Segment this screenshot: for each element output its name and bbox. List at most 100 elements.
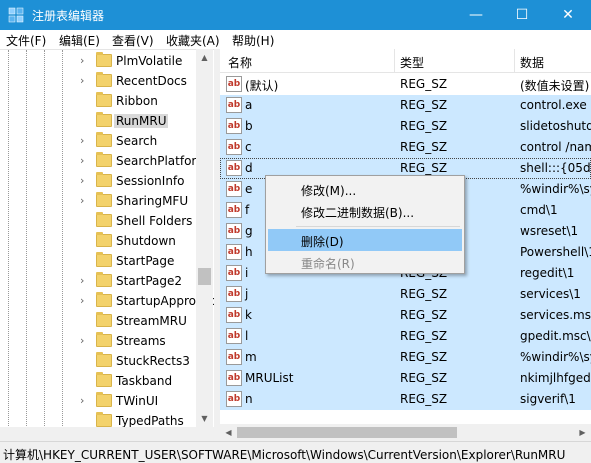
- column-header-data[interactable]: 数据: [520, 54, 544, 71]
- window-title: 注册表编辑器: [32, 9, 105, 23]
- menu-file[interactable]: 文件(F): [6, 32, 46, 49]
- folder-icon: [96, 392, 112, 407]
- chevron-right-icon[interactable]: ›: [80, 134, 90, 148]
- tree-item[interactable]: TypedPaths: [0, 411, 196, 427]
- maximize-icon: ☐: [515, 7, 529, 23]
- maximize-button[interactable]: ☐: [499, 0, 545, 30]
- tree-item[interactable]: RunMRU: [0, 111, 196, 131]
- chevron-right-icon[interactable]: ›: [80, 194, 90, 208]
- scroll-thumb[interactable]: [198, 268, 211, 285]
- cell-type: REG_SZ: [400, 308, 448, 322]
- folder-icon: [96, 272, 112, 287]
- cell-name: a: [245, 98, 253, 112]
- column-divider[interactable]: [514, 49, 515, 73]
- folder-icon: [96, 292, 112, 307]
- tree-item[interactable]: › StartPage2: [0, 271, 196, 291]
- string-value-icon: ab: [226, 307, 242, 323]
- tree-item-label: StreamMRU: [116, 314, 187, 328]
- scroll-down-arrow-icon[interactable]: ▼: [196, 410, 213, 427]
- tree-vertical-scrollbar[interactable]: ▲ ▼: [196, 49, 213, 427]
- folder-icon: [96, 152, 112, 167]
- context-menu-label: 修改(M)...: [301, 184, 357, 198]
- column-header-name[interactable]: 名称: [228, 54, 252, 71]
- menu-edit[interactable]: 编辑(E): [59, 32, 100, 49]
- close-button[interactable]: ✕: [545, 0, 591, 30]
- cell-name: m: [245, 350, 257, 364]
- tree-item[interactable]: StartPage: [0, 251, 196, 271]
- folder-icon: [96, 92, 112, 107]
- tree-horizontal-scrollbar[interactable]: [0, 427, 214, 441]
- tree-item[interactable]: StreamMRU: [0, 311, 196, 331]
- table-row[interactable]: abb REG_SZ slidetoshutdown\1: [220, 116, 591, 137]
- chevron-right-icon[interactable]: ›: [80, 74, 90, 88]
- cell-data: (数值未设置): [520, 79, 590, 93]
- cell-data: wsreset\1: [520, 224, 579, 238]
- cell-data: sigverif\1: [520, 392, 576, 406]
- tree-item[interactable]: › Streams: [0, 331, 196, 351]
- tree-item-label: StuckRects3: [116, 354, 190, 368]
- string-value-icon: ab: [226, 265, 242, 281]
- tree-item[interactable]: StuckRects3: [0, 351, 196, 371]
- tree-item[interactable]: Taskband: [0, 371, 196, 391]
- tree-item[interactable]: Shell Folders: [0, 211, 196, 231]
- cell-data: services.msc\1: [520, 308, 591, 322]
- context-menu-delete[interactable]: 删除(D): [268, 229, 462, 251]
- string-value-icon: ab: [226, 76, 242, 92]
- table-row[interactable]: abc REG_SZ control /name Microsoft.Trouble…: [220, 137, 591, 158]
- chevron-right-icon[interactable]: ›: [80, 394, 90, 408]
- column-divider[interactable]: [394, 49, 395, 73]
- table-row[interactable]: abm REG_SZ %windir%\system32\SnippingTool.…: [220, 347, 591, 368]
- tree-item[interactable]: › SessionInfo: [0, 171, 196, 191]
- tree-item[interactable]: Ribbon: [0, 91, 196, 111]
- string-value-icon: ab: [226, 181, 242, 197]
- registry-tree[interactable]: › PlmVolatile › RecentDocs Ribbon RunMRU › Sear…: [0, 49, 214, 427]
- cell-type: REG_SZ: [400, 98, 448, 112]
- cell-type: REG_SZ: [400, 287, 448, 301]
- tree-item[interactable]: › SearchPlatform: [0, 151, 208, 171]
- tree-item-label: TWinUI: [116, 394, 159, 408]
- menu-help[interactable]: 帮助(H): [232, 32, 274, 49]
- scroll-left-arrow-icon[interactable]: ◀: [220, 424, 237, 441]
- chevron-right-icon[interactable]: ›: [80, 274, 90, 288]
- table-row[interactable]: ab l REG_SZ gpedit.msc\1: [220, 326, 591, 347]
- cell-name: c: [245, 140, 252, 154]
- table-row[interactable]: ab j REG_SZ services\1: [220, 284, 591, 305]
- table-row[interactable]: abk REG_SZ services.msc\1: [220, 305, 591, 326]
- column-header-type[interactable]: 类型: [400, 54, 424, 71]
- string-value-icon: ab: [226, 118, 242, 134]
- cell-type: REG_SZ: [400, 161, 448, 175]
- chevron-right-icon[interactable]: ›: [80, 54, 90, 68]
- string-value-icon: ab: [226, 370, 242, 386]
- tree-item[interactable]: › RecentDocs: [0, 71, 196, 91]
- table-row[interactable]: aba REG_SZ control.exe desk.cpl,,@Web\1: [220, 95, 591, 116]
- tree-item[interactable]: › StartupApproved: [0, 291, 214, 311]
- chevron-right-icon[interactable]: ›: [80, 294, 90, 308]
- chevron-right-icon[interactable]: ›: [80, 334, 90, 348]
- table-row[interactable]: abMRUList REG_SZ nkimjlhfgedcba: [220, 368, 591, 389]
- scroll-right-arrow-icon[interactable]: ▶: [574, 424, 591, 441]
- folder-icon: [96, 312, 112, 327]
- list-horizontal-scrollbar[interactable]: ◀ ▶: [220, 424, 591, 441]
- cell-name: d: [245, 161, 253, 175]
- minimize-button[interactable]: —: [453, 0, 499, 30]
- cell-data: gpedit.msc\1: [520, 329, 591, 343]
- tree-item[interactable]: › TWinUI: [0, 391, 196, 411]
- tree-item[interactable]: Shutdown: [0, 231, 196, 251]
- tree-item[interactable]: › Search: [0, 131, 196, 151]
- scroll-thumb[interactable]: [237, 427, 457, 438]
- context-menu-modify-binary[interactable]: 修改二进制数据(B)...: [268, 200, 462, 222]
- chevron-right-icon[interactable]: ›: [80, 154, 90, 168]
- menu-favorites[interactable]: 收藏夹(A): [166, 32, 220, 49]
- menu-view[interactable]: 查看(V): [112, 32, 154, 49]
- context-menu-modify[interactable]: 修改(M)...: [268, 178, 462, 200]
- folder-icon: [96, 412, 112, 427]
- table-row[interactable]: ab (默认) REG_SZ (数值未设置): [220, 74, 591, 95]
- scroll-up-arrow-icon[interactable]: ▲: [196, 49, 213, 66]
- close-icon: ✕: [562, 7, 574, 23]
- tree-item[interactable]: › SharingMFU: [0, 191, 196, 211]
- table-row[interactable]: ab n REG_SZ sigverif\1: [220, 389, 591, 410]
- menu-bar: 文件(F) 编辑(E) 查看(V) 收藏夹(A) 帮助(H): [0, 30, 591, 49]
- tree-item[interactable]: › PlmVolatile: [0, 51, 196, 71]
- chevron-right-icon[interactable]: ›: [80, 174, 90, 188]
- folder-icon: [96, 132, 112, 147]
